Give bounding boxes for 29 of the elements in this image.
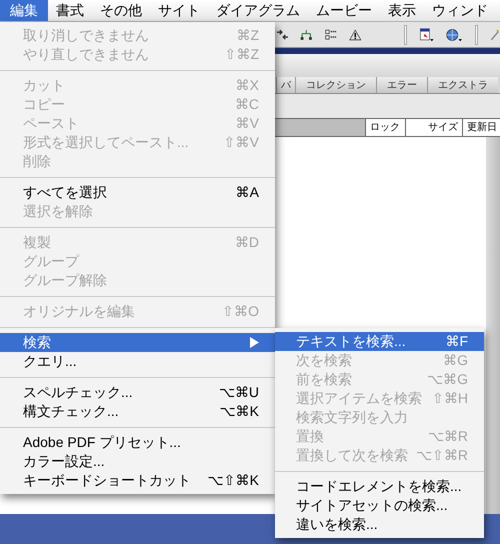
menu-item[interactable]: キーボードショートカット ⌥⇧⌘K (0, 471, 275, 490)
menu-bar-item[interactable]: 書式 (48, 0, 92, 21)
column-header[interactable]: ロック (365, 119, 405, 136)
menu-bar-item[interactable]: サイト (150, 0, 208, 21)
column-header[interactable]: サイズ (404, 119, 462, 136)
tab[interactable]: エクストラ (427, 77, 498, 93)
menu-item[interactable]: クエリ... (0, 352, 275, 371)
tab[interactable]: コレクション (295, 77, 376, 93)
submenu-arrow-icon (250, 337, 259, 348)
menu-item[interactable]: 構文チェック... ⌥⌘K (0, 402, 275, 421)
warning-icon[interactable] (349, 26, 362, 42)
menu-bar-item[interactable]: ダイアグラム (208, 0, 308, 21)
menu-item[interactable]: サイトアセットの検索... (275, 496, 484, 515)
menu-item[interactable]: 検索 (0, 333, 275, 352)
menu-item[interactable]: テキストを検索... ⌘F (275, 332, 484, 351)
menu-bar-item[interactable]: 表示 (380, 0, 424, 21)
menu-bar-item[interactable]: その他 (92, 0, 150, 21)
menu-item[interactable]: 違いを検索... (275, 515, 484, 534)
menu-item[interactable]: コードエレメントを検索... (275, 477, 484, 496)
menu-item[interactable]: Adobe PDF プリセット... (0, 433, 275, 452)
tab[interactable]: エラー (376, 77, 427, 93)
menu-bar-item[interactable]: 編集 (0, 0, 48, 21)
menu-item[interactable]: カラー設定... (0, 452, 275, 471)
menu-item[interactable]: すべてを選択 ⌘A (0, 183, 275, 202)
menu-item[interactable]: スペルチェック... ⌥⌘U (0, 383, 275, 402)
column-header[interactable]: 更新日 (462, 119, 500, 136)
menu-bar-item[interactable]: ムービー (308, 0, 380, 21)
tab[interactable]: バ (276, 77, 295, 93)
menu-bar-item[interactable]: ウィンド (424, 0, 496, 21)
